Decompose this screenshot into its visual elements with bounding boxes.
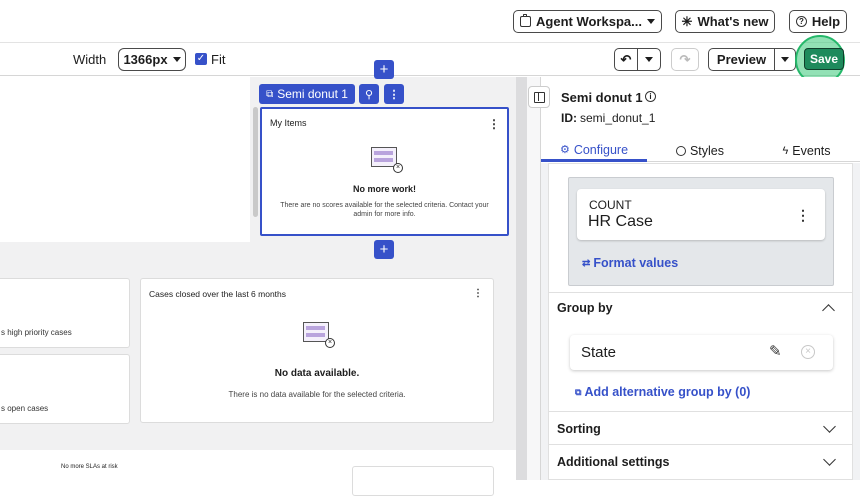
card-text: s high priority cases xyxy=(1,328,72,337)
more-vertical-icon: ⋮ xyxy=(388,88,400,101)
format-values-label: Format values xyxy=(593,256,679,270)
tab-label: Events xyxy=(792,144,831,158)
undo-history-dropdown[interactable] xyxy=(637,48,661,71)
id-label: ID: xyxy=(561,111,577,125)
metric-card[interactable]: COUNT HR Case ⋮ xyxy=(577,189,825,240)
clear-icon[interactable]: × xyxy=(801,345,815,359)
panel-title: Semi donut 1 xyxy=(561,90,643,105)
chevron-down-icon xyxy=(172,57,181,62)
more-vertical-icon[interactable]: ⋮ xyxy=(488,118,500,130)
preview-button[interactable]: Preview xyxy=(708,48,775,71)
chevron-down-icon xyxy=(781,57,789,62)
chevron-down-icon xyxy=(645,57,653,62)
width-value: 1366px xyxy=(123,52,168,67)
palette-icon xyxy=(675,146,686,156)
group-by-value: State xyxy=(581,344,617,361)
width-label: Width xyxy=(73,52,107,67)
component-icon: ⧉ xyxy=(266,88,274,100)
tab-label: Styles xyxy=(689,144,725,158)
chevron-down-icon xyxy=(646,19,655,24)
workspace-selector[interactable]: Agent Workspa... xyxy=(513,10,662,33)
empty-state-icon: × xyxy=(303,322,335,348)
tab-configure[interactable]: ⚙ Configure xyxy=(541,140,647,162)
id-value: semi_donut_1 xyxy=(580,111,656,125)
sla-text: No more SLAs at risk xyxy=(61,464,118,470)
chip-label: Semi donut 1 xyxy=(277,87,348,101)
help-label: Help xyxy=(811,14,841,29)
empty-state-title: No more work! xyxy=(352,184,416,194)
gear-icon: ⚙ xyxy=(559,144,570,156)
format-values-link[interactable]: ⇄ Format values xyxy=(582,256,678,270)
metric-aggregate: COUNT xyxy=(589,198,632,212)
chevron-down-icon xyxy=(823,453,836,466)
group-by-field[interactable]: State ✎ × xyxy=(570,335,833,370)
sidebar-collapse-icon xyxy=(534,92,545,103)
open-cases-card[interactable]: s open cases xyxy=(0,354,130,424)
help-button[interactable]: ? Help xyxy=(789,10,847,33)
add-alternative-group-by-link[interactable]: ⧉ Add alternative group by (0) xyxy=(575,385,750,399)
canvas-scrollbar[interactable] xyxy=(253,107,258,217)
chevron-down-icon xyxy=(823,420,836,433)
preview-dropdown[interactable] xyxy=(774,48,796,71)
empty-state-title: No data available. xyxy=(274,368,360,379)
canvas-edge xyxy=(527,77,541,480)
preview-label: Preview xyxy=(716,52,767,67)
tab-events[interactable]: ϟ Events xyxy=(753,140,860,162)
sparkle-icon: ✳ xyxy=(681,13,693,29)
widget-title: My Items xyxy=(270,118,307,128)
empty-state-text: There is no data available for the selec… xyxy=(228,390,406,399)
link-button[interactable]: ⚲ xyxy=(359,84,379,104)
cases-closed-widget[interactable]: Cases closed over the last 6 months ⋮ × … xyxy=(140,278,494,423)
redo-icon: ↷ xyxy=(679,51,691,67)
empty-state-icon: × xyxy=(371,147,403,173)
whats-new-label: What's new xyxy=(697,14,769,29)
additional-settings-label: Additional settings xyxy=(557,455,670,469)
save-label: Save xyxy=(809,52,839,66)
format-icon: ⇄ xyxy=(582,257,591,269)
add-group-icon: ⧉ xyxy=(575,386,582,397)
link-icon: ⚲ xyxy=(364,88,374,101)
group-by-heading[interactable]: Group by xyxy=(557,301,613,315)
metric-table: HR Case xyxy=(588,213,653,230)
card-text: s open cases xyxy=(1,404,49,413)
fit-label: Fit xyxy=(211,52,226,67)
bottom-right-card[interactable] xyxy=(352,466,494,496)
sorting-label: Sorting xyxy=(557,422,601,436)
tab-label: Configure xyxy=(573,142,629,157)
edit-icon[interactable]: ✎ xyxy=(769,342,782,360)
tab-styles[interactable]: Styles xyxy=(647,140,753,162)
fit-checkbox[interactable]: ✓ xyxy=(195,53,207,65)
widget-title: Cases closed over the last 6 months xyxy=(149,289,287,299)
collapse-panel-button[interactable] xyxy=(528,86,550,108)
more-vertical-icon[interactable]: ⋮ xyxy=(473,289,483,299)
undo-icon: ↶ xyxy=(620,51,632,67)
width-select[interactable]: 1366px xyxy=(118,48,186,71)
lightning-icon: ϟ xyxy=(782,145,789,157)
whats-new-button[interactable]: ✳ What's new xyxy=(675,10,775,33)
sorting-section[interactable]: Sorting xyxy=(548,412,853,445)
save-button[interactable]: Save xyxy=(804,48,844,70)
more-vertical-icon[interactable]: ⋮ xyxy=(796,208,810,222)
add-alt-label: Add alternative group by (0) xyxy=(584,385,751,399)
my-items-widget[interactable]: My Items ⋮ × No more work! There are no … xyxy=(260,107,509,236)
add-below-button[interactable]: + xyxy=(374,240,394,259)
empty-state-text: There are no scores available for the se… xyxy=(280,202,489,218)
chip-more-button[interactable]: ⋮ xyxy=(384,84,404,104)
info-icon[interactable]: i xyxy=(645,91,656,102)
workspace-icon xyxy=(520,14,532,27)
additional-settings-section[interactable]: Additional settings xyxy=(548,445,853,480)
help-icon: ? xyxy=(795,16,807,27)
undo-button[interactable]: ↶ xyxy=(614,48,638,71)
add-above-button[interactable]: + xyxy=(374,60,394,79)
workspace-label: Agent Workspa... xyxy=(536,14,642,29)
high-priority-card[interactable]: s high priority cases xyxy=(0,278,130,348)
canvas-top-row xyxy=(0,77,250,242)
redo-button[interactable]: ↷ xyxy=(671,48,699,71)
selected-component-chip[interactable]: ⧉ Semi donut 1 xyxy=(259,84,355,104)
